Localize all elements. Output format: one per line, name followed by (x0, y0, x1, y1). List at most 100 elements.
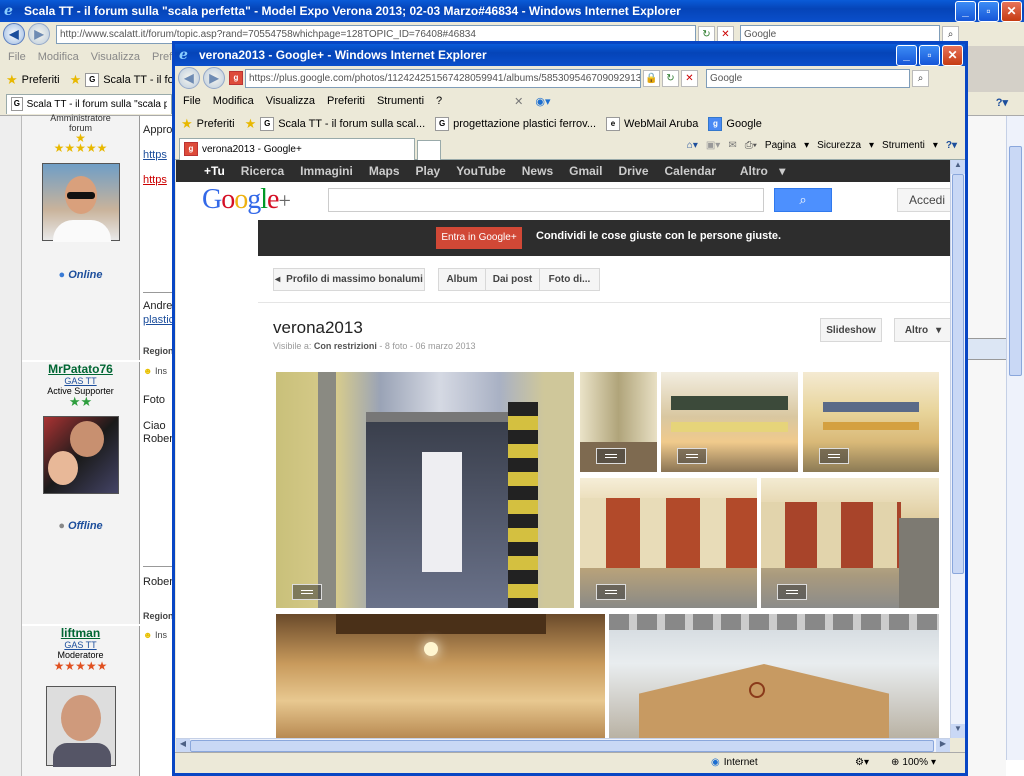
scroll-thumb[interactable] (1009, 146, 1022, 376)
nav-gmail[interactable]: Gmail (561, 164, 610, 178)
tab-dai-post[interactable]: Dai post (486, 268, 540, 291)
scroll-left-icon[interactable]: ◀ (176, 739, 190, 753)
join-gplus-button[interactable]: Entra in Google+ (436, 227, 522, 249)
photo-thumbnail[interactable] (276, 372, 574, 608)
google-search-input[interactable] (328, 188, 764, 212)
rss-icon[interactable]: ▣▾ (706, 140, 720, 151)
menu-preferiti[interactable]: Preferiti (327, 95, 365, 107)
nav-maps[interactable]: Maps (361, 164, 408, 178)
add-favorite-icon[interactable]: ★ (70, 72, 82, 88)
menu-strumenti[interactable]: Strumenti (377, 95, 424, 107)
scroll-right-icon[interactable]: ▶ (936, 739, 950, 753)
fav-progettazione[interactable]: progettazione plastici ferrov... (453, 118, 596, 130)
nav-news[interactable]: News (514, 164, 561, 178)
menu-modifica[interactable]: Modifica (213, 95, 254, 107)
home-icon[interactable]: ⌂▾ (687, 140, 698, 151)
refresh-icon[interactable]: ↻ (662, 69, 679, 87)
zoom-control[interactable]: ⊕ 100% ▾ (891, 757, 936, 768)
maximize-button[interactable]: ▫ (978, 0, 999, 22)
back-vertical-scrollbar[interactable] (1006, 116, 1024, 760)
nav-ricerca[interactable]: Ricerca (233, 164, 292, 178)
tab-album[interactable]: Album (438, 268, 486, 291)
back-window-titlebar[interactable]: e Scala TT - il forum sulla "scala perfe… (0, 0, 1024, 22)
nav-calendar[interactable]: Calendar (657, 164, 724, 178)
help-icon[interactable]: ?▾ (946, 140, 957, 151)
fav-scala-tt[interactable]: Scala TT - il forum sulla scal... (278, 118, 425, 130)
fav-webmail[interactable]: WebMail Aruba (624, 118, 698, 130)
favorites-label[interactable]: Preferiti (22, 74, 60, 86)
menu-help[interactable]: ? (436, 95, 442, 107)
front-address-input[interactable]: https://plus.google.com/photos/112424251… (245, 68, 641, 88)
search-icon[interactable]: ⌕ (912, 69, 929, 87)
nav-play[interactable]: Play (408, 164, 449, 178)
username-mrpatato76[interactable]: MrPatato76 (22, 362, 139, 376)
globe-icon[interactable]: ◉▾ (535, 95, 550, 108)
new-tab-button[interactable] (417, 139, 441, 160)
back-icon[interactable]: ◀ (178, 67, 200, 89)
help-icon[interactable]: ?▾ (996, 96, 1008, 109)
mail-icon[interactable]: ✉ (728, 140, 736, 151)
photo-thumbnail[interactable] (580, 478, 757, 608)
menu-file[interactable]: File (183, 95, 201, 107)
refresh-icon[interactable]: ↻ (698, 25, 715, 43)
close-button[interactable]: ✕ (942, 44, 963, 66)
back-tab[interactable]: G Scala TT - il forum sulla "scala perfe… (6, 93, 172, 114)
favorites-label[interactable]: Preferiti (197, 118, 235, 130)
photo-thumbnail[interactable] (761, 478, 939, 608)
tab-foto-di[interactable]: Foto di... (540, 268, 600, 291)
protected-mode-icon[interactable]: ⚙▾ (855, 757, 869, 768)
scroll-down-icon[interactable]: ▼ (951, 724, 965, 738)
photo-thumbnail[interactable] (276, 614, 605, 738)
nav-tu[interactable]: +Tu (196, 164, 233, 178)
user-group[interactable]: GAS TT (22, 376, 139, 386)
lock-icon[interactable]: 🔒 (643, 69, 660, 87)
scroll-up-icon[interactable]: ▲ (951, 160, 965, 174)
minimize-button[interactable]: _ (896, 44, 917, 66)
close-button[interactable]: ✕ (1001, 0, 1022, 22)
add-favorite-icon[interactable]: ★ (245, 116, 257, 132)
nav-immagini[interactable]: Immagini (292, 164, 361, 178)
front-window-titlebar[interactable]: e verona2013 - Google+ - Windows Interne… (175, 44, 965, 66)
front-vertical-scrollbar[interactable]: ▲ ▼ (950, 160, 965, 738)
front-horizontal-scrollbar[interactable]: ◀ ▶ (176, 738, 950, 753)
scroll-thumb[interactable] (952, 174, 964, 574)
search-icon[interactable]: ⌕ (942, 25, 959, 43)
nav-youtube[interactable]: YouTube (448, 164, 514, 178)
forward-icon[interactable]: ▶ (28, 23, 50, 45)
google-plus-logo[interactable]: Google+ (202, 184, 291, 216)
photo-thumbnail[interactable] (803, 372, 939, 472)
fav-google[interactable]: Google (726, 118, 761, 130)
cmd-pagina[interactable]: Pagina (765, 140, 796, 151)
close-toolbar-icon[interactable]: ✕ (514, 95, 523, 108)
cmd-sicurezza[interactable]: Sicurezza (817, 140, 861, 151)
user-group[interactable]: GAS TT (22, 640, 139, 650)
scroll-thumb[interactable] (190, 740, 934, 752)
photo-thumbnail[interactable] (661, 372, 798, 472)
front-tab[interactable]: g verona2013 - Google+ (179, 137, 415, 160)
stop-icon[interactable]: ✕ (717, 25, 734, 43)
google-search-button[interactable]: ⌕ (774, 188, 832, 212)
minimize-button[interactable]: _ (955, 0, 976, 22)
front-search-input[interactable]: Google (706, 68, 910, 88)
menu-modifica[interactable]: Modifica (38, 51, 79, 63)
nav-altro[interactable]: Altro ▾ (724, 164, 793, 178)
maximize-button[interactable]: ▫ (919, 44, 940, 66)
photo-thumbnail[interactable] (609, 614, 939, 738)
more-button[interactable]: Altro ▾ (894, 318, 950, 342)
print-icon[interactable]: ⎙▾ (745, 140, 757, 151)
username-liftman[interactable]: liftman (22, 626, 139, 640)
menu-visualizza[interactable]: Visualizza (91, 51, 140, 63)
slideshow-button[interactable]: Slideshow (820, 318, 882, 342)
post-link[interactable]: https (143, 174, 167, 186)
back-icon[interactable]: ◀ (3, 23, 25, 45)
post-link[interactable]: https (143, 149, 167, 161)
signin-button[interactable]: Accedi (897, 188, 950, 212)
stop-icon[interactable]: ✕ (681, 69, 698, 87)
nav-drive[interactable]: Drive (610, 164, 656, 178)
cmd-strumenti[interactable]: Strumenti (882, 140, 925, 151)
post-link[interactable]: plastic (143, 314, 174, 326)
visibility-value[interactable]: Con restrizioni (314, 341, 377, 351)
menu-visualizza[interactable]: Visualizza (266, 95, 315, 107)
forward-icon[interactable]: ▶ (203, 67, 225, 89)
photo-thumbnail[interactable] (580, 372, 657, 472)
